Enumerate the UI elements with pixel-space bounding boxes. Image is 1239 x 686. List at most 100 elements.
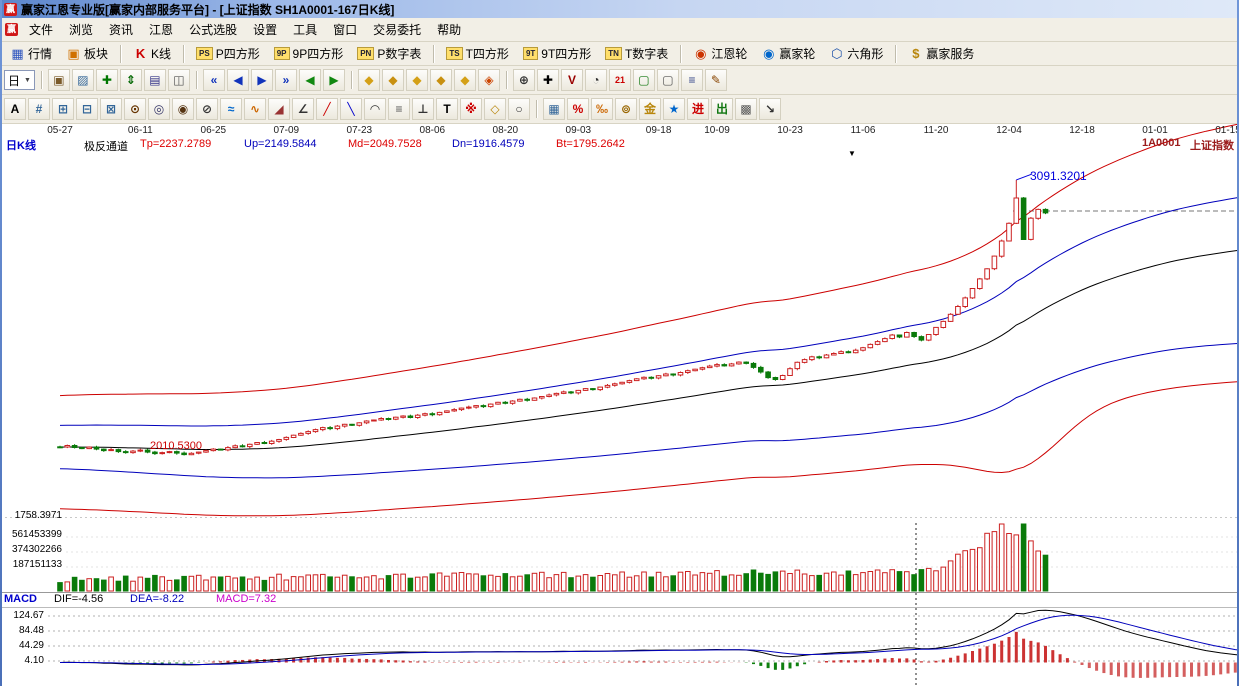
permille-tool-icon: ‰ — [596, 103, 608, 115]
draw2-square-grid[interactable]: ⊞ — [52, 98, 74, 120]
menu-item-窗口[interactable]: 窗口 — [325, 18, 365, 41]
draw1-play-back[interactable]: ◀ — [299, 69, 321, 91]
gann-square-3-icon: ◆ — [412, 74, 421, 86]
draw2-trend-up-line[interactable]: ╱ — [316, 98, 338, 120]
draw1-gann-square-6[interactable]: ◈ — [478, 69, 500, 91]
draw2-permille-tool[interactable]: ‰ — [591, 98, 613, 120]
draw1-cross-cursor[interactable]: ✚ — [537, 69, 559, 91]
draw2-compass-2[interactable]: ◎ — [148, 98, 170, 120]
menu-item-交易委托[interactable]: 交易委托 — [365, 18, 429, 41]
draw1-next-bar[interactable]: ▶ — [251, 69, 273, 91]
draw2-text-tool[interactable]: A — [4, 98, 26, 120]
draw1-period-combo[interactable]: 日▼ — [4, 70, 35, 90]
menu-item-公式选股[interactable]: 公式选股 — [181, 18, 245, 41]
quotes-label: 行情 — [28, 45, 52, 62]
draw1-crosshair-tool[interactable]: ⊕ — [513, 69, 535, 91]
tool-t-number[interactable]: TNT数字表 — [599, 42, 674, 65]
draw1-calendar-21[interactable]: 21 — [609, 69, 631, 91]
menu-item-浏览[interactable]: 浏览 — [61, 18, 101, 41]
draw1-split-window[interactable]: ◫ — [168, 69, 190, 91]
draw2-cycle-tool[interactable]: ∿ — [244, 98, 266, 120]
draw1-annotate[interactable]: ✎ — [705, 69, 727, 91]
target-tool-icon: ⊚ — [621, 103, 631, 115]
tool-winner-wheel[interactable]: ◉赢家轮 — [755, 42, 821, 65]
tool-gann-wheel[interactable]: ◉江恩轮 — [687, 42, 753, 65]
draw1-time-tool[interactable]: ◔ — [585, 69, 607, 91]
draw2-h-grid[interactable]: ⊟ — [76, 98, 98, 120]
tool-winner-service[interactable]: $赢家服务 — [902, 42, 980, 65]
calendar-21-icon: 21 — [615, 76, 625, 85]
draw2-grid-tool[interactable]: # — [28, 98, 50, 120]
tool-t-square[interactable]: TST四方形 — [440, 42, 515, 65]
menu-item-文件[interactable]: 文件 — [21, 18, 61, 41]
draw1-list-view[interactable]: ▤ — [144, 69, 166, 91]
menu-item-帮助[interactable]: 帮助 — [429, 18, 469, 41]
draw2-arc-tool[interactable]: ◠ — [364, 98, 386, 120]
menu-item-资讯[interactable]: 资讯 — [101, 18, 141, 41]
menu-item-江恩[interactable]: 江恩 — [141, 18, 181, 41]
draw2-percent-tool[interactable]: % — [567, 98, 589, 120]
draw2-x-grid[interactable]: ⊠ — [100, 98, 122, 120]
chart-area[interactable] — [0, 124, 1239, 686]
app-logo-icon[interactable]: 赢 — [4, 3, 17, 16]
draw2-wave-tool[interactable]: ≈ — [220, 98, 242, 120]
draw2-star-tool[interactable]: ★ — [663, 98, 685, 120]
tool-kline[interactable]: KK线 — [127, 42, 177, 65]
draw2-exit-signal[interactable]: 出 — [711, 98, 733, 120]
draw2-time-line[interactable]: T — [436, 98, 458, 120]
draw1-last-bar[interactable]: » — [275, 69, 297, 91]
axis-date-11-06: 11-06 — [851, 125, 876, 136]
draw1-volume-tool[interactable]: V — [561, 69, 583, 91]
kline-label: K线 — [151, 45, 171, 62]
draw2-shade-tool[interactable]: ▩ — [735, 98, 757, 120]
draw1-scale-tool[interactable]: ⇕ — [120, 69, 142, 91]
tool-p-number[interactable]: PNP数字表 — [351, 42, 427, 65]
tool-sectors[interactable]: ▣板块 — [60, 42, 114, 65]
draw1-gann-square-2[interactable]: ◆ — [382, 69, 404, 91]
draw1-first-bar[interactable]: « — [203, 69, 225, 91]
draw1-gann-square-4[interactable]: ◆ — [430, 69, 452, 91]
draw2-circle-tool[interactable]: ○ — [508, 98, 530, 120]
draw2-no-tool[interactable]: ⊘ — [196, 98, 218, 120]
draw2-diamond-tool[interactable]: ◇ — [484, 98, 506, 120]
draw2-mark-tool[interactable]: ※ — [460, 98, 482, 120]
tool-9t-square[interactable]: 9T9T四方形 — [517, 42, 597, 65]
tool-hexagon[interactable]: ⬡六角形 — [823, 42, 889, 65]
draw2-target-tool[interactable]: ⊚ — [615, 98, 637, 120]
layers-icon: ≡ — [688, 74, 695, 86]
draw1-pattern-fill[interactable]: ▨ — [72, 69, 94, 91]
draw1-prev-bar[interactable]: ◀ — [227, 69, 249, 91]
draw1-screen-green[interactable]: ▢ — [633, 69, 655, 91]
text-tool-icon: A — [11, 103, 20, 115]
draw1-chart-style[interactable]: ▣ — [48, 69, 70, 91]
draw2-gold-ratio[interactable]: 金 — [639, 98, 661, 120]
draw2-fib-levels[interactable]: ≡ — [388, 98, 410, 120]
axis-date-10-09: 10-09 — [704, 125, 730, 136]
draw2-compass-1[interactable]: ⊙ — [124, 98, 146, 120]
draw2-compass-3[interactable]: ◉ — [172, 98, 194, 120]
tool-p-square[interactable]: PSP四方形 — [190, 42, 266, 65]
menu-item-设置[interactable]: 设置 — [245, 18, 285, 41]
menu-item-工具[interactable]: 工具 — [285, 18, 325, 41]
draw1-screen-gray[interactable]: ▢ — [657, 69, 679, 91]
trend-down-line-icon: ╲ — [347, 103, 354, 115]
draw2-wedge-tool[interactable]: ◢ — [268, 98, 290, 120]
draw1-gann-square-5[interactable]: ◆ — [454, 69, 476, 91]
tool-9p-square[interactable]: 9P9P四方形 — [268, 42, 349, 65]
symbol-code: 1A0001 — [1142, 137, 1181, 149]
resize-tool-icon: ↘ — [765, 103, 775, 115]
draw2-entry-signal[interactable]: 进 — [687, 98, 709, 120]
tool-quotes[interactable]: ▦行情 — [4, 42, 58, 65]
draw1-play-forward[interactable]: ▶ — [323, 69, 345, 91]
draw2-resize-tool[interactable]: ↘ — [759, 98, 781, 120]
draw-toolbar-1: 日▼▣▨✚⇕▤◫«◀▶»◀▶◆◆◆◆◆◈⊕✚V◔21▢▢≡✎ — [0, 66, 1239, 95]
draw1-gann-square-3[interactable]: ◆ — [406, 69, 428, 91]
draw1-gann-square-1[interactable]: ◆ — [358, 69, 380, 91]
draw2-table-tool[interactable]: ▦ — [543, 98, 565, 120]
draw2-support-line[interactable]: ⊥ — [412, 98, 434, 120]
draw2-angle-tool[interactable]: ∠ — [292, 98, 314, 120]
draw2-trend-down-line[interactable]: ╲ — [340, 98, 362, 120]
draw1-layers[interactable]: ≡ — [681, 69, 703, 91]
app-window: 赢 赢家江恩专业版[赢家内部服务平台] - [上证指数 SH1A0001-167… — [0, 0, 1239, 686]
draw1-add-marker[interactable]: ✚ — [96, 69, 118, 91]
